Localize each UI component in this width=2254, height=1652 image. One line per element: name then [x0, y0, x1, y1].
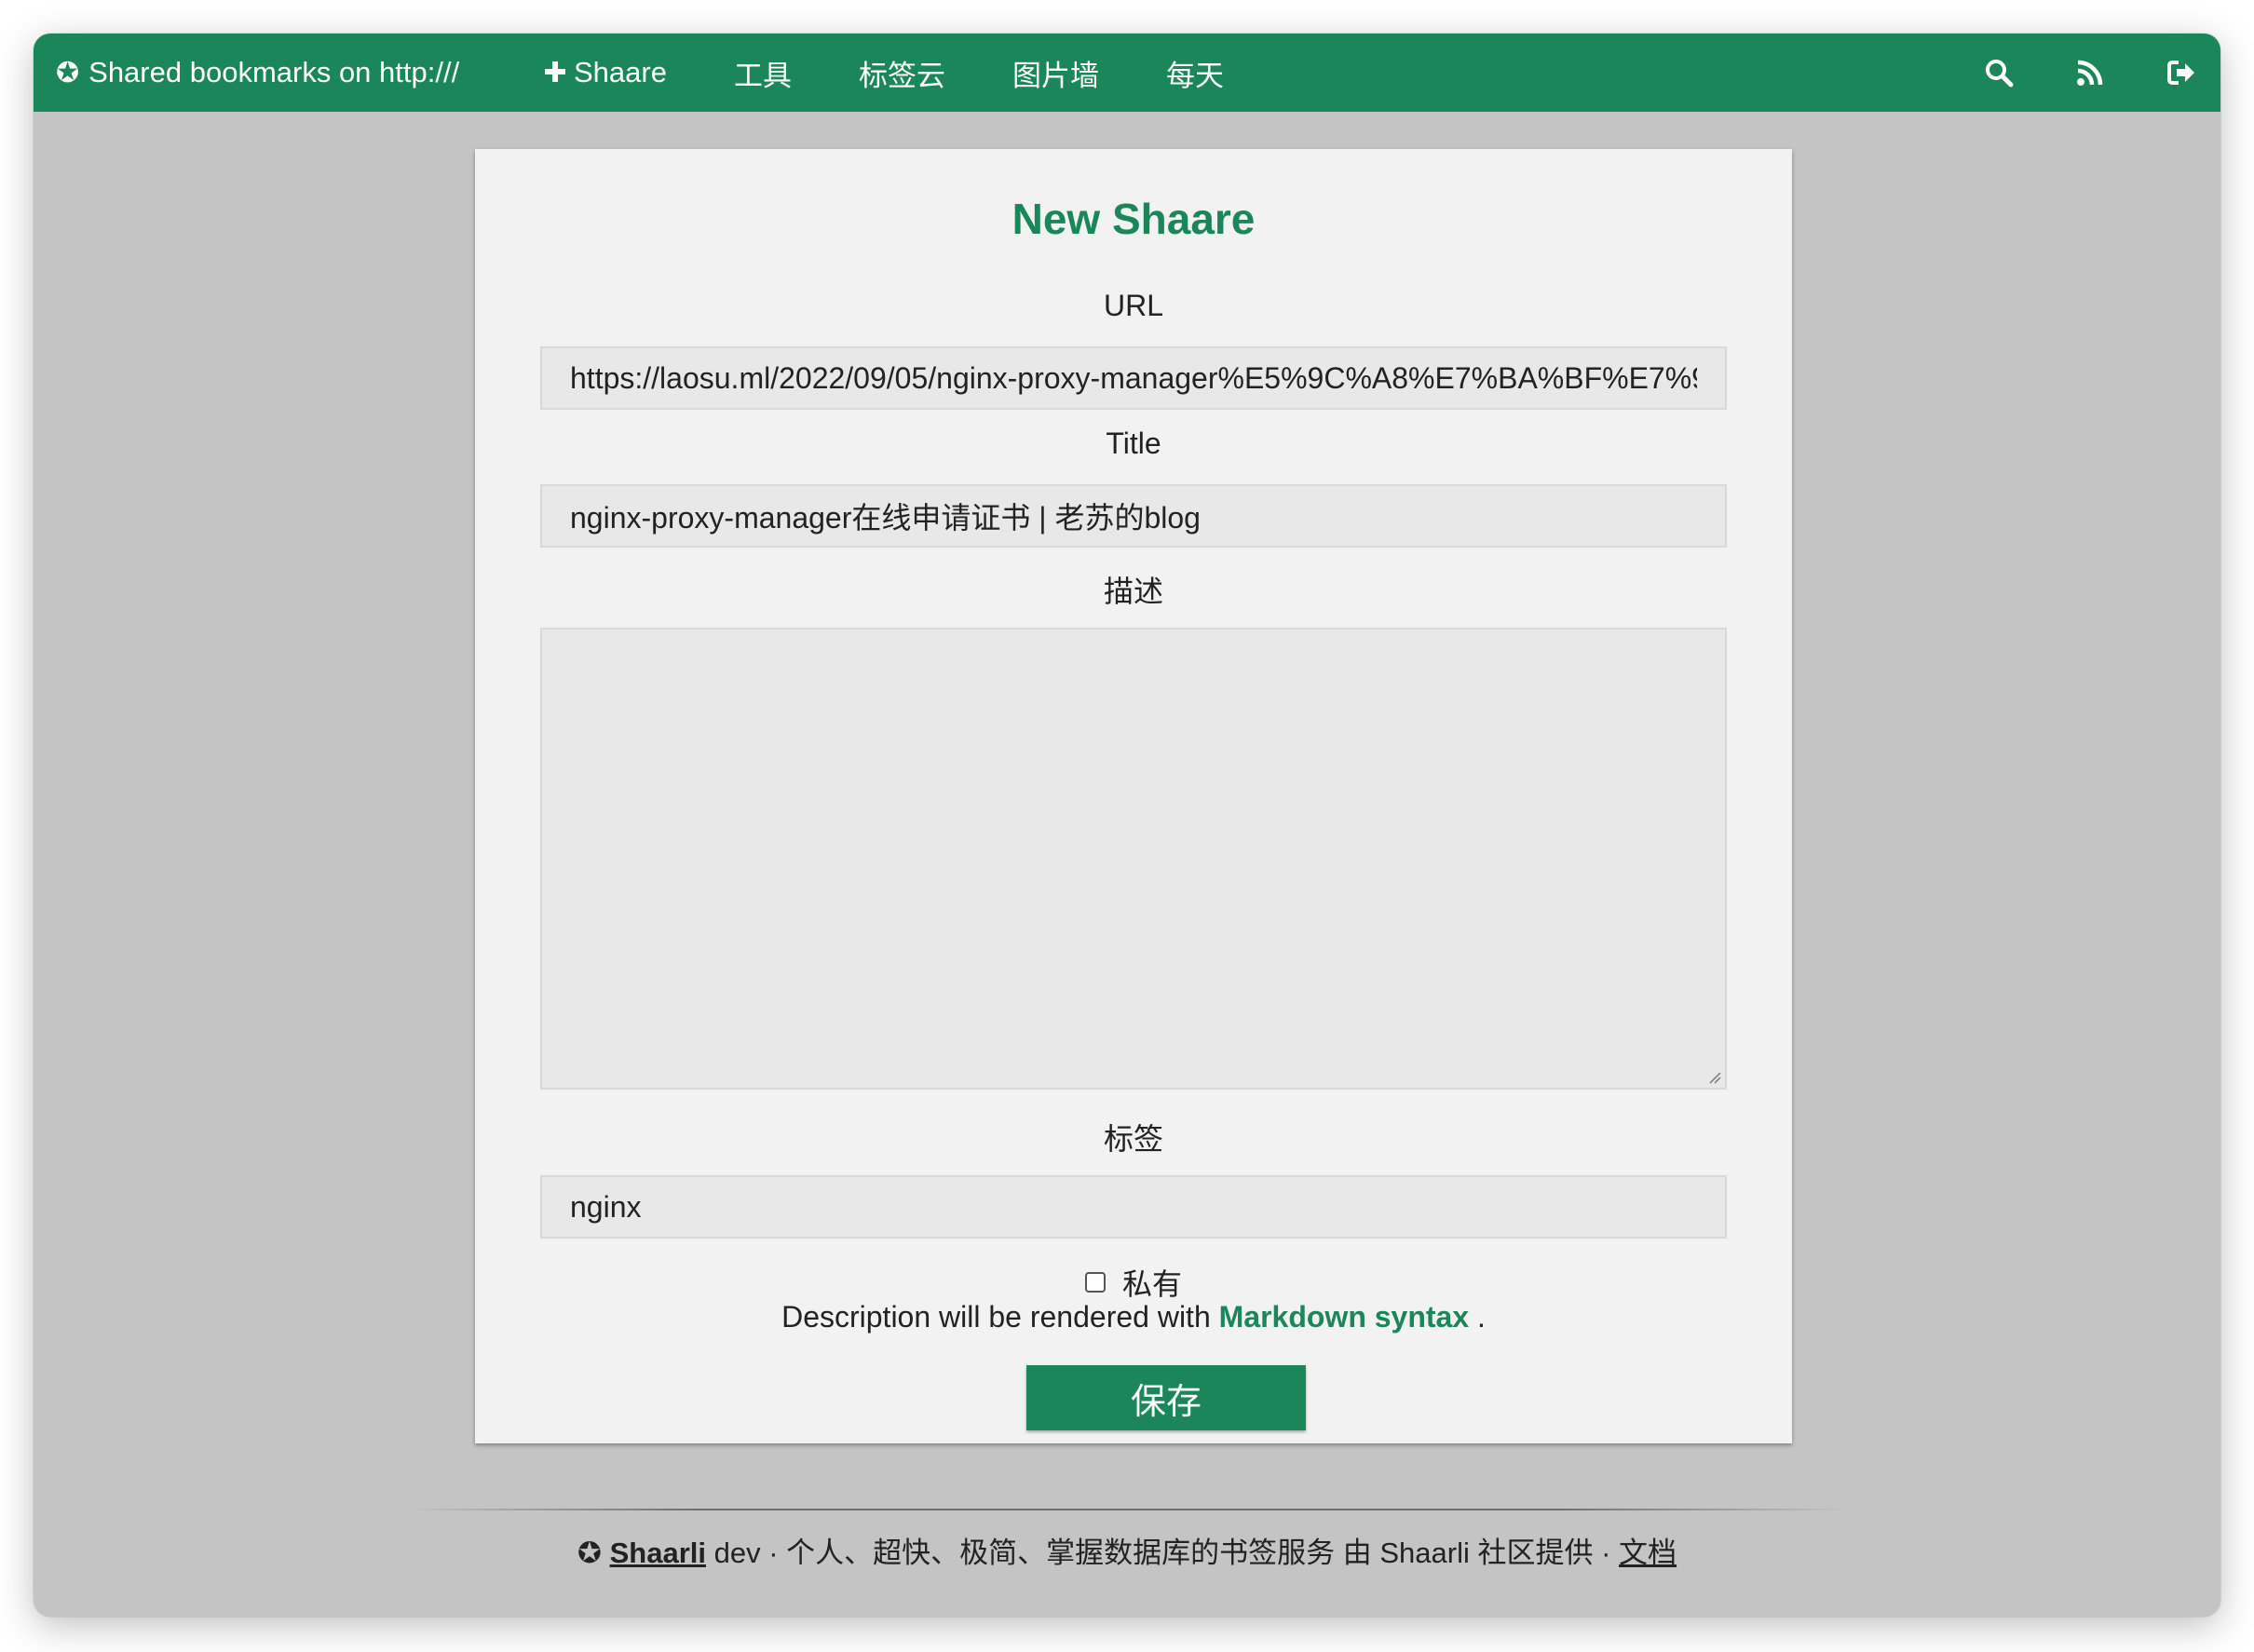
footer-divider	[406, 1509, 1848, 1510]
docs-link[interactable]: 文档	[1619, 1537, 1677, 1569]
nav-shaare[interactable]: Shaare	[544, 56, 667, 90]
footer-logo-icon: ✪	[577, 1537, 602, 1569]
private-row: 私有	[475, 1261, 1792, 1304]
nav-picture-wall[interactable]: 图片墙	[1012, 52, 1099, 94]
tags-input[interactable]	[540, 1175, 1727, 1239]
url-input[interactable]	[540, 346, 1727, 410]
page-title: New Shaare	[1012, 195, 1256, 243]
logout-icon[interactable]	[2165, 56, 2198, 89]
markdown-note-suffix: .	[1469, 1300, 1486, 1334]
nav-shaare-label: Shaare	[574, 56, 667, 88]
shaarli-link[interactable]: Shaarli	[610, 1537, 706, 1569]
markdown-syntax-link[interactable]: Markdown syntax	[1219, 1300, 1470, 1334]
url-label: URL	[1103, 289, 1163, 322]
private-label[interactable]: 私有	[1122, 1261, 1182, 1304]
title-input[interactable]	[540, 484, 1727, 548]
top-navigation-bar: ✪ Shared bookmarks on http:/// Shaare 工具…	[34, 34, 2220, 112]
resize-grip-icon[interactable]	[1706, 1069, 1721, 1084]
search-icon[interactable]	[1982, 56, 2016, 89]
description-textarea[interactable]	[540, 628, 1727, 1090]
markdown-note-prefix: Description will be rendered with	[781, 1300, 1219, 1334]
site-title: Shared bookmarks on http:///	[88, 56, 460, 88]
nav-tag-cloud[interactable]: 标签云	[859, 52, 945, 94]
site-brand-link[interactable]: ✪ Shared bookmarks on http:///	[56, 34, 459, 112]
private-checkbox[interactable]	[1084, 1272, 1106, 1293]
rss-icon[interactable]	[2073, 56, 2107, 89]
main-nav: Shaare 工具 标签云 图片墙 每天	[544, 34, 1291, 112]
nav-daily[interactable]: 每天	[1166, 52, 1224, 94]
footer: ✪ Shaarli dev · 个人、超快、极简、掌握数据库的书签服务 由 Sh…	[34, 1529, 2220, 1571]
markdown-note: Description will be rendered with Markdo…	[475, 1300, 1792, 1334]
browser-window: ✪ Shared bookmarks on http:/// Shaare 工具…	[34, 34, 2220, 1617]
nav-tools[interactable]: 工具	[734, 52, 792, 94]
footer-text: dev · 个人、超快、极简、掌握数据库的书签服务 由 Shaarli 社区提供…	[705, 1537, 1620, 1569]
top-icons	[1924, 34, 2198, 112]
shaarli-logo-icon: ✪	[56, 57, 80, 88]
title-label: Title	[1106, 427, 1161, 460]
description-label: 描述	[1103, 575, 1163, 608]
save-button[interactable]: 保存	[1026, 1365, 1306, 1430]
new-shaare-form: New Shaare URL Title 描述 标签 私有 Descriptio…	[475, 149, 1792, 1443]
plus-icon	[544, 56, 566, 90]
tags-label: 标签	[1103, 1122, 1163, 1156]
